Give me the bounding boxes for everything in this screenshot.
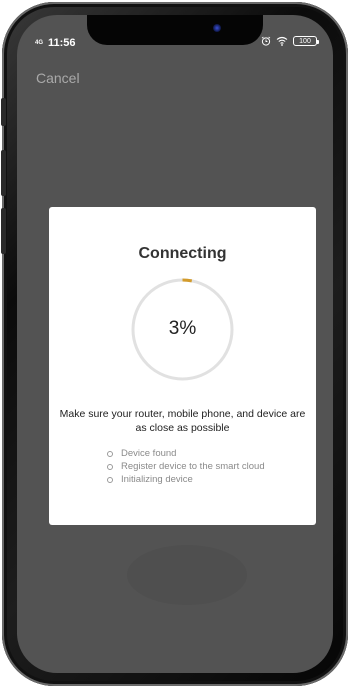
clock: 11:56 [48,37,76,49]
step-list: Device found Register device to the smar… [107,447,265,486]
status-left: 4G 11:56 [35,37,76,49]
progress-percent: 3% [168,318,197,339]
bullet-icon [107,463,113,470]
connecting-dialog: Connecting 3% Make sure your router, mob… [49,207,316,525]
hint-line-1: Make sure your router, mobile phone, and… [59,408,306,420]
list-item: Initializing device [107,473,265,486]
bullet-icon [107,450,113,457]
list-item: Register device to the smart cloud [107,460,265,473]
network-indicator: 4G [35,40,44,46]
background-shape [127,545,247,605]
bullet-icon [107,476,113,483]
list-item: Device found [107,447,265,460]
step-label: Register device to the smart cloud [121,461,265,472]
step-label: Initializing device [121,474,193,485]
alarm-icon [261,36,271,46]
status-right: 100 [261,36,319,46]
mute-switch [1,98,6,126]
volume-up-button [1,150,6,196]
notch [87,15,263,45]
screen: 4G 11:56 100 Cancel Connecting 3% Make s… [17,15,333,673]
cancel-button[interactable]: Cancel [36,70,80,86]
phone-frame: 4G 11:56 100 Cancel Connecting 3% Make s… [1,2,348,686]
step-label: Device found [121,448,177,459]
proximity-hint: Make sure your router, mobile phone, and… [49,407,316,435]
battery-icon: 100 [293,36,319,46]
hint-line-2: as close as possible [135,422,230,434]
dialog-title: Connecting [138,245,227,262]
volume-down-button [1,208,6,254]
wifi-icon [276,36,288,46]
front-camera [213,24,221,32]
